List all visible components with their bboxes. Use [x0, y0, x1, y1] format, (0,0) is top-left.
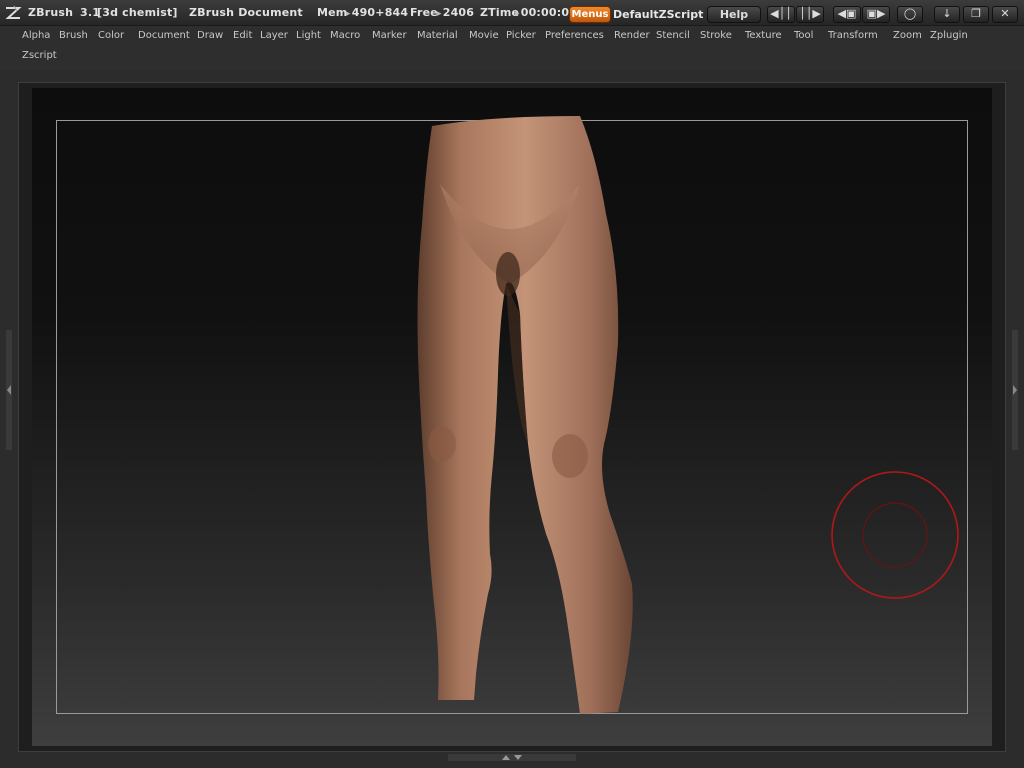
- palette-left-icon[interactable]: ◀▣: [833, 6, 861, 23]
- menu-picker[interactable]: Picker: [506, 30, 536, 41]
- menu-marker[interactable]: Marker: [372, 30, 407, 41]
- free-value: 2406: [436, 6, 474, 19]
- scroll-left-icon[interactable]: ◀││: [767, 6, 795, 23]
- menu-draw[interactable]: Draw: [197, 30, 223, 41]
- close-icon[interactable]: ✕: [992, 6, 1018, 23]
- lock-icon[interactable]: ◯: [897, 6, 923, 23]
- menu-edit[interactable]: Edit: [233, 30, 252, 41]
- menu-zscript[interactable]: Zscript: [22, 50, 57, 61]
- legs-model[interactable]: [410, 114, 640, 716]
- ztime-value: 00:00:0: [514, 6, 569, 19]
- restore-icon[interactable]: ❐: [963, 6, 989, 23]
- user-name: [3d chemist]: [97, 6, 178, 19]
- menu-layer[interactable]: Layer: [260, 30, 288, 41]
- menu-tool[interactable]: Tool: [794, 30, 813, 41]
- menu-light[interactable]: Light: [296, 30, 321, 41]
- menu-macro[interactable]: Macro: [330, 30, 360, 41]
- menu-brush[interactable]: Brush: [59, 30, 88, 41]
- menu-zoom[interactable]: Zoom: [893, 30, 922, 41]
- menu-texture[interactable]: Texture: [745, 30, 782, 41]
- menus-button[interactable]: Menus: [569, 6, 611, 23]
- palette-right-icon[interactable]: ▣▶: [862, 6, 890, 23]
- minimize-icon[interactable]: ↓: [934, 6, 960, 23]
- brush-cursor-icon: [831, 471, 959, 599]
- menu-movie[interactable]: Movie: [469, 30, 499, 41]
- right-tray-handle-icon[interactable]: [1011, 330, 1019, 450]
- free-label: Free: [410, 6, 438, 19]
- left-tray-handle-icon[interactable]: [5, 330, 13, 450]
- menu-zplugin[interactable]: Zplugin: [930, 30, 968, 41]
- menu-bar: Alpha Brush Color Document Draw Edit Lay…: [0, 26, 1024, 70]
- menu-alpha[interactable]: Alpha: [22, 30, 50, 41]
- menu-preferences[interactable]: Preferences: [545, 30, 604, 41]
- menu-stencil[interactable]: Stencil: [656, 30, 690, 41]
- menu-transform[interactable]: Transform: [828, 30, 878, 41]
- menu-render[interactable]: Render: [614, 30, 650, 41]
- zbrush-logo-icon: [5, 5, 22, 19]
- document-name: ZBrush Document: [189, 6, 303, 19]
- scroll-right-icon[interactable]: ││▶: [796, 6, 824, 23]
- mem-label: Mem: [317, 6, 348, 19]
- title-bar: ZBrush 3.1 [3d chemist] ZBrush Document …: [0, 0, 1024, 26]
- menu-document[interactable]: Document: [138, 30, 190, 41]
- app-name: ZBrush: [28, 6, 74, 19]
- menu-material[interactable]: Material: [417, 30, 458, 41]
- bottom-tray-handle-icon[interactable]: [448, 753, 576, 762]
- menu-color[interactable]: Color: [98, 30, 124, 41]
- menu-stroke[interactable]: Stroke: [700, 30, 732, 41]
- default-zscript-button[interactable]: DefaultZScript: [612, 6, 704, 23]
- help-button[interactable]: Help: [707, 6, 761, 23]
- mem-value: 490+844: [345, 6, 408, 19]
